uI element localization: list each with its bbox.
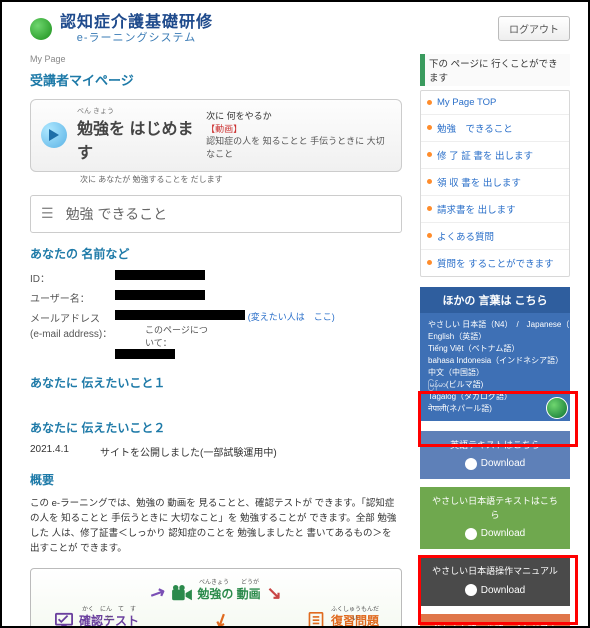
- download-english-text[interactable]: 英語テキストはこちら ▸Download: [420, 431, 570, 480]
- sidebar-item-invoice[interactable]: 請求書を 出します: [421, 195, 569, 222]
- section-profile: あなたの 名前など: [30, 245, 402, 262]
- sidebar-nav-heading: 下の ページに 行くことができます: [420, 54, 570, 86]
- diagram-test: かく にん て す と確認テスト: [53, 612, 139, 628]
- globe-icon: [546, 397, 568, 419]
- study-label: 勉強を はじめます: [77, 121, 193, 162]
- diagram-review: ふくしゅうもんだい復習問題: [305, 612, 379, 628]
- email-note-redacted: [115, 349, 175, 359]
- arrow-up-icon: ↗: [147, 581, 170, 606]
- change-email-link[interactable]: (変えたい人は ここ): [248, 312, 335, 322]
- monitor-icon: [53, 612, 75, 628]
- download-icon: ▸: [465, 458, 477, 470]
- download-icon: ▸: [465, 584, 477, 596]
- logo-globe-icon: [30, 18, 52, 40]
- breadcrumb: My Page: [30, 54, 402, 64]
- page-title: 受講者マイページ: [30, 70, 402, 89]
- study-ruby: べん きょう: [77, 108, 196, 115]
- play-icon: [41, 122, 67, 148]
- sidebar-nav: My Page TOP 勉強 できること 修 了 証 書を 出します 領 収 書…: [420, 90, 570, 277]
- download-multilang[interactable]: ベトナム語、英語、インドネシア語、中国語、ビルマ語、タガログ語、ネパール語の言葉…: [420, 614, 570, 628]
- news-item: 2021.4.1 サイトを公開しました(一部試験運用中): [30, 444, 402, 459]
- section-overview: 概要: [30, 471, 402, 488]
- sidebar-item-mypage[interactable]: My Page TOP: [421, 91, 569, 114]
- download-manual[interactable]: やさしい日本語操作マニュアル ▸Download: [420, 557, 570, 606]
- sidebar-item-faq[interactable]: よくある質問: [421, 222, 569, 249]
- list-icon: ☰: [41, 205, 52, 222]
- study-next-info: 次に 何をやるか 【動画】 認知症の人を 知ることと 手伝うときに 大切なこと: [206, 110, 391, 160]
- username-label: ユーザー名：: [30, 290, 115, 305]
- overview-text: この e-ラーニングでは、勉強の 動画を 見ることと、確認テストが できます。「…: [30, 496, 402, 557]
- download-icon: ▸: [465, 528, 477, 540]
- email-label: メールアドレス (e-mail address)：: [30, 310, 115, 340]
- section-message1: あなたに 伝えたいこと１: [30, 374, 402, 391]
- language-list[interactable]: やさしい 日本語（N4） / Japanese（N4) English（英語） …: [420, 313, 570, 421]
- id-label: ID：: [30, 270, 115, 285]
- site-title: 認知症介護基礎研修 e-ラーニングシステム: [60, 14, 213, 44]
- sidebar-item-receipt[interactable]: 領 収 書を 出します: [421, 168, 569, 195]
- study-note: 次に あなたが 勉強することを だします: [80, 174, 402, 185]
- username-value-redacted: [115, 290, 205, 300]
- email-value-redacted: [115, 310, 245, 320]
- sidebar-item-study[interactable]: 勉強 できること: [421, 114, 569, 141]
- email-note: このページについて：: [145, 323, 402, 349]
- video-icon: [171, 585, 193, 603]
- sidebar-item-contact[interactable]: 質問を することができます: [421, 249, 569, 276]
- download-easy-jp-text[interactable]: やさしい日本語テキストはこちら ▸Download: [420, 487, 570, 549]
- start-study-button[interactable]: べん きょう 勉強を はじめます 次に 何をやるか 【動画】 認知症の人を 知る…: [30, 99, 402, 172]
- study-list-button[interactable]: ☰ 勉強 できること: [30, 195, 402, 233]
- section-message2: あなたに 伝えたいこと２: [30, 419, 402, 436]
- flow-diagram: ↗ べんきょう どうが勉強の 動画 ↘ かく にん て す と確認テスト ↙: [30, 568, 402, 628]
- arrow-down-icon: ↘: [267, 583, 282, 604]
- diagram-video: べんきょう どうが勉強の 動画: [171, 585, 260, 603]
- id-value-redacted: [115, 270, 205, 280]
- language-heading: ほかの 言葉は こちら: [420, 287, 570, 313]
- logout-button[interactable]: ログアウト: [498, 16, 570, 41]
- document-icon: [305, 612, 327, 628]
- sidebar-item-certificate[interactable]: 修 了 証 書を 出します: [421, 141, 569, 168]
- arrow-left-icon: ↙: [211, 608, 234, 628]
